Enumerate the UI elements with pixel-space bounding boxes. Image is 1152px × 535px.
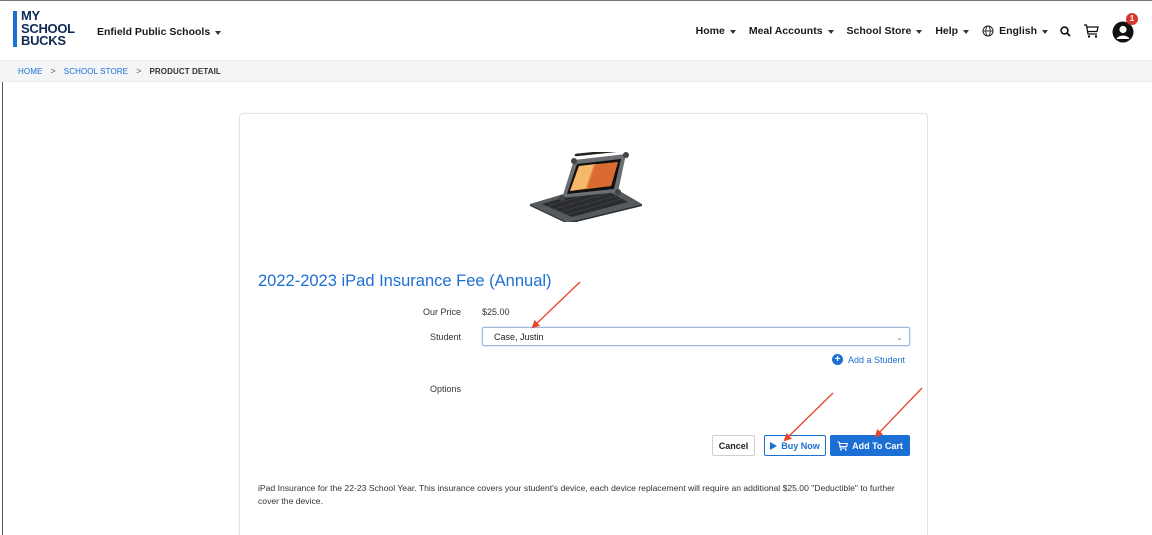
price-label: Our Price bbox=[422, 307, 461, 317]
chevron-down-icon bbox=[827, 29, 834, 34]
buy-now-button[interactable]: Buy Now bbox=[764, 435, 826, 456]
top-header: MY SCHOOL BUCKS Enfield Public Schools H… bbox=[0, 1, 1152, 60]
nav-meal-accounts-label: Meal Accounts bbox=[748, 25, 823, 37]
chevron-down-icon bbox=[729, 29, 736, 34]
district-name: Enfield Public Schools bbox=[97, 26, 211, 38]
student-label: Student bbox=[429, 332, 461, 342]
play-icon bbox=[770, 441, 778, 450]
ipad-keyboard-case-image bbox=[530, 152, 642, 222]
breadcrumb-separator: > bbox=[136, 66, 142, 76]
breadcrumb: HOME > SCHOOL STORE > PRODUCT DETAIL bbox=[0, 60, 1152, 82]
plus-circle-icon: + bbox=[832, 354, 843, 365]
nav-meal-accounts[interactable]: Meal Accounts bbox=[749, 25, 834, 37]
notification-badge: 1 bbox=[1126, 13, 1138, 25]
cart-icon bbox=[1084, 24, 1099, 38]
logo-line-3: BUCKS bbox=[21, 33, 66, 48]
district-selector[interactable]: Enfield Public Schools bbox=[97, 26, 222, 38]
account-menu[interactable]: 1 bbox=[1112, 13, 1138, 43]
search-button[interactable] bbox=[1060, 25, 1071, 37]
buy-now-label: Buy Now bbox=[781, 440, 820, 451]
language-selector[interactable]: English bbox=[982, 25, 1048, 37]
main-nav: Home Meal Accounts School Store Help Eng… bbox=[683, 13, 1138, 43]
logo-accent-bar bbox=[13, 11, 17, 47]
student-select[interactable]: Case, Justin ⌄ bbox=[482, 327, 910, 346]
breadcrumb-home[interactable]: HOME bbox=[18, 67, 42, 76]
chevron-down-icon: ⌄ bbox=[896, 333, 903, 342]
chevron-down-icon bbox=[916, 29, 923, 34]
add-to-cart-label: Add To Cart bbox=[852, 440, 903, 451]
nav-help-label: Help bbox=[935, 25, 959, 37]
breadcrumb-current: PRODUCT DETAIL bbox=[149, 66, 221, 76]
price-value: $25.00 bbox=[482, 307, 510, 317]
myschoolbucks-logo[interactable]: MY SCHOOL BUCKS bbox=[12, 9, 75, 50]
chevron-down-icon bbox=[215, 30, 222, 35]
language-label: English bbox=[999, 25, 1037, 37]
chevron-down-icon bbox=[963, 29, 970, 34]
search-icon bbox=[1060, 25, 1071, 37]
add-to-cart-button[interactable]: Add To Cart bbox=[830, 435, 910, 456]
product-card: 2022-2023 iPad Insurance Fee (Annual) Ou… bbox=[239, 113, 928, 535]
cancel-button[interactable]: Cancel bbox=[712, 435, 755, 456]
breadcrumb-separator: > bbox=[50, 66, 56, 76]
cart-icon bbox=[837, 440, 849, 451]
logo-text: MY SCHOOL BUCKS bbox=[21, 9, 75, 48]
app-window: MY SCHOOL BUCKS Enfield Public Schools H… bbox=[0, 0, 1152, 535]
add-student-link[interactable]: + Add a Student bbox=[832, 354, 905, 365]
student-selected-value: Case, Justin bbox=[494, 331, 544, 342]
product-description: iPad Insurance for the 22-23 School Year… bbox=[258, 483, 895, 506]
cancel-label: Cancel bbox=[718, 440, 749, 451]
nav-school-store-label: School Store bbox=[846, 25, 912, 37]
breadcrumb-school-store[interactable]: SCHOOL STORE bbox=[64, 67, 128, 76]
globe-icon bbox=[982, 25, 994, 37]
add-student-label: Add a Student bbox=[848, 354, 906, 365]
options-label: Options bbox=[429, 384, 461, 394]
nav-school-store[interactable]: School Store bbox=[847, 25, 923, 37]
nav-home[interactable]: Home bbox=[696, 25, 736, 37]
nav-home-label: Home bbox=[695, 25, 725, 37]
cart-button[interactable] bbox=[1083, 23, 1100, 39]
product-title: 2022-2023 iPad Insurance Fee (Annual) bbox=[258, 272, 552, 290]
nav-help[interactable]: Help bbox=[935, 25, 970, 37]
chevron-down-icon bbox=[1042, 29, 1048, 34]
